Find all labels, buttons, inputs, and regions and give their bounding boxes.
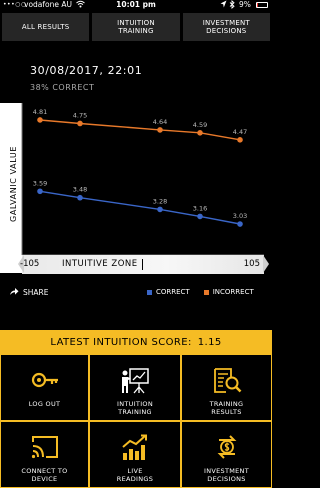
zone-label: INTUITIVE ZONE bbox=[62, 259, 138, 269]
share-icon bbox=[9, 287, 19, 298]
tile-label: LOG OUT bbox=[28, 400, 61, 408]
share-label: SHARE bbox=[23, 288, 49, 297]
log-out-button[interactable]: LOG OUT bbox=[0, 354, 89, 421]
correct-data-point bbox=[237, 221, 243, 227]
presentation-icon bbox=[122, 368, 149, 394]
incorrect-data-label: 4.75 bbox=[73, 111, 87, 119]
correct-data-point bbox=[197, 213, 203, 220]
cast-device-icon bbox=[31, 436, 58, 459]
zone-min-label: -105 bbox=[20, 259, 40, 269]
battery-percent: 9% bbox=[239, 0, 251, 9]
tile-label: DEVICE bbox=[31, 474, 58, 483]
top-tab-bar: ALL RESULTS INTUITION TRAINING INVESTMENT… bbox=[0, 11, 272, 43]
training-results-button[interactable]: TRAINING RESULTS bbox=[181, 354, 272, 421]
zone-max-label: 105 bbox=[243, 259, 260, 269]
latest-score-banner: LATEST INTUITION SCORE: 1.15 bbox=[0, 330, 272, 354]
battery-fill bbox=[257, 3, 258, 7]
incorrect-data-label: 4.64 bbox=[153, 118, 167, 126]
legend-correct: CORRECT bbox=[147, 288, 190, 296]
legend-swatch-correct bbox=[147, 289, 152, 295]
investment-decisions-button[interactable]: INVESTMENT DECISIONS bbox=[181, 421, 272, 488]
log-out-key-icon bbox=[31, 372, 58, 388]
score-value: 1.15 bbox=[197, 336, 222, 348]
legend-swatch-incorrect bbox=[203, 289, 209, 295]
results-search-icon bbox=[213, 368, 241, 393]
tile-label: RESULTS bbox=[211, 407, 242, 416]
galvanic-chart: 3.59 3.48 3.28 3.16 3.03 4.81 4.75 4.64 4.59 4.47 bbox=[0, 103, 272, 273]
incorrect-data-label: 4.59 bbox=[193, 121, 207, 129]
correct-data-label: 3.28 bbox=[153, 197, 167, 205]
result-datetime: 30/08/2017, 22:01 bbox=[30, 64, 143, 77]
correct-percentage: 38% CORRECT bbox=[30, 83, 95, 92]
incorrect-data-point bbox=[157, 127, 163, 133]
share-button[interactable]: SHARE bbox=[9, 287, 48, 298]
correct-data-label: 3.48 bbox=[73, 186, 87, 194]
arrow-right-icon bbox=[263, 255, 269, 273]
incorrect-data-label: 4.47 bbox=[233, 128, 247, 136]
correct-data-point bbox=[157, 206, 163, 213]
tile-label: DECISIONS bbox=[207, 474, 246, 483]
correct-data-label: 3.59 bbox=[33, 179, 47, 187]
live-readings-icon bbox=[122, 434, 147, 460]
status-bar: •••○○ vodafone AU 10:01 pm 9% bbox=[0, 0, 272, 11]
tab-all-results[interactable]: ALL RESULTS bbox=[2, 13, 90, 41]
zone-marker bbox=[142, 259, 143, 270]
tab-investment-decisions[interactable]: INVESTMENT DECISIONS bbox=[182, 13, 270, 41]
tile-label: READINGS bbox=[116, 474, 154, 483]
incorrect-data-point bbox=[197, 130, 203, 136]
tab-intuition-training[interactable]: INTUITION TRAINING bbox=[92, 13, 180, 41]
connect-device-button[interactable]: CONNECT TO DEVICE bbox=[0, 421, 89, 488]
score-label: LATEST INTUITION SCORE: bbox=[50, 336, 192, 348]
correct-data-label: 3.16 bbox=[193, 204, 207, 212]
tab-label: INTUITION bbox=[117, 18, 155, 27]
chart-legend: CORRECT INCORRECT bbox=[147, 288, 264, 296]
correct-data-label: 3.03 bbox=[233, 212, 247, 220]
tab-label: TRAINING bbox=[118, 27, 154, 35]
incorrect-data-label: 4.81 bbox=[33, 108, 47, 116]
y-axis-label: GALVANIC VALUE bbox=[9, 146, 18, 222]
intuition-training-button[interactable]: INTUITION TRAINING bbox=[89, 354, 181, 421]
tab-label: DECISIONS bbox=[206, 27, 247, 35]
correct-data-point bbox=[77, 194, 83, 201]
live-readings-button[interactable]: LIVE READINGS bbox=[89, 421, 181, 488]
plot-area bbox=[22, 103, 264, 255]
battery-icon bbox=[256, 2, 268, 8]
intuitive-zone-bar: -105 INTUITIVE ZONE 105 bbox=[18, 255, 269, 274]
bluetooth-icon bbox=[229, 0, 235, 11]
tab-label: INVESTMENT bbox=[202, 18, 250, 27]
incorrect-data-point bbox=[77, 120, 83, 127]
tile-label: TRAINING bbox=[118, 407, 152, 416]
correct-data-point bbox=[37, 188, 43, 195]
incorrect-data-point bbox=[237, 137, 243, 143]
menu-grid: LOG OUT INTUITION TRAINING TRAINING RESULT… bbox=[0, 354, 272, 488]
location-arrow-icon bbox=[220, 0, 227, 10]
legend-incorrect: INCORRECT bbox=[203, 288, 254, 296]
tab-label: ALL RESULTS bbox=[21, 22, 70, 31]
investment-icon bbox=[217, 435, 236, 459]
incorrect-data-point bbox=[37, 117, 43, 123]
chart-canvas: 3.59 3.48 3.28 3.16 3.03 4.81 4.75 4.64 4.59 4.47 bbox=[0, 103, 264, 273]
